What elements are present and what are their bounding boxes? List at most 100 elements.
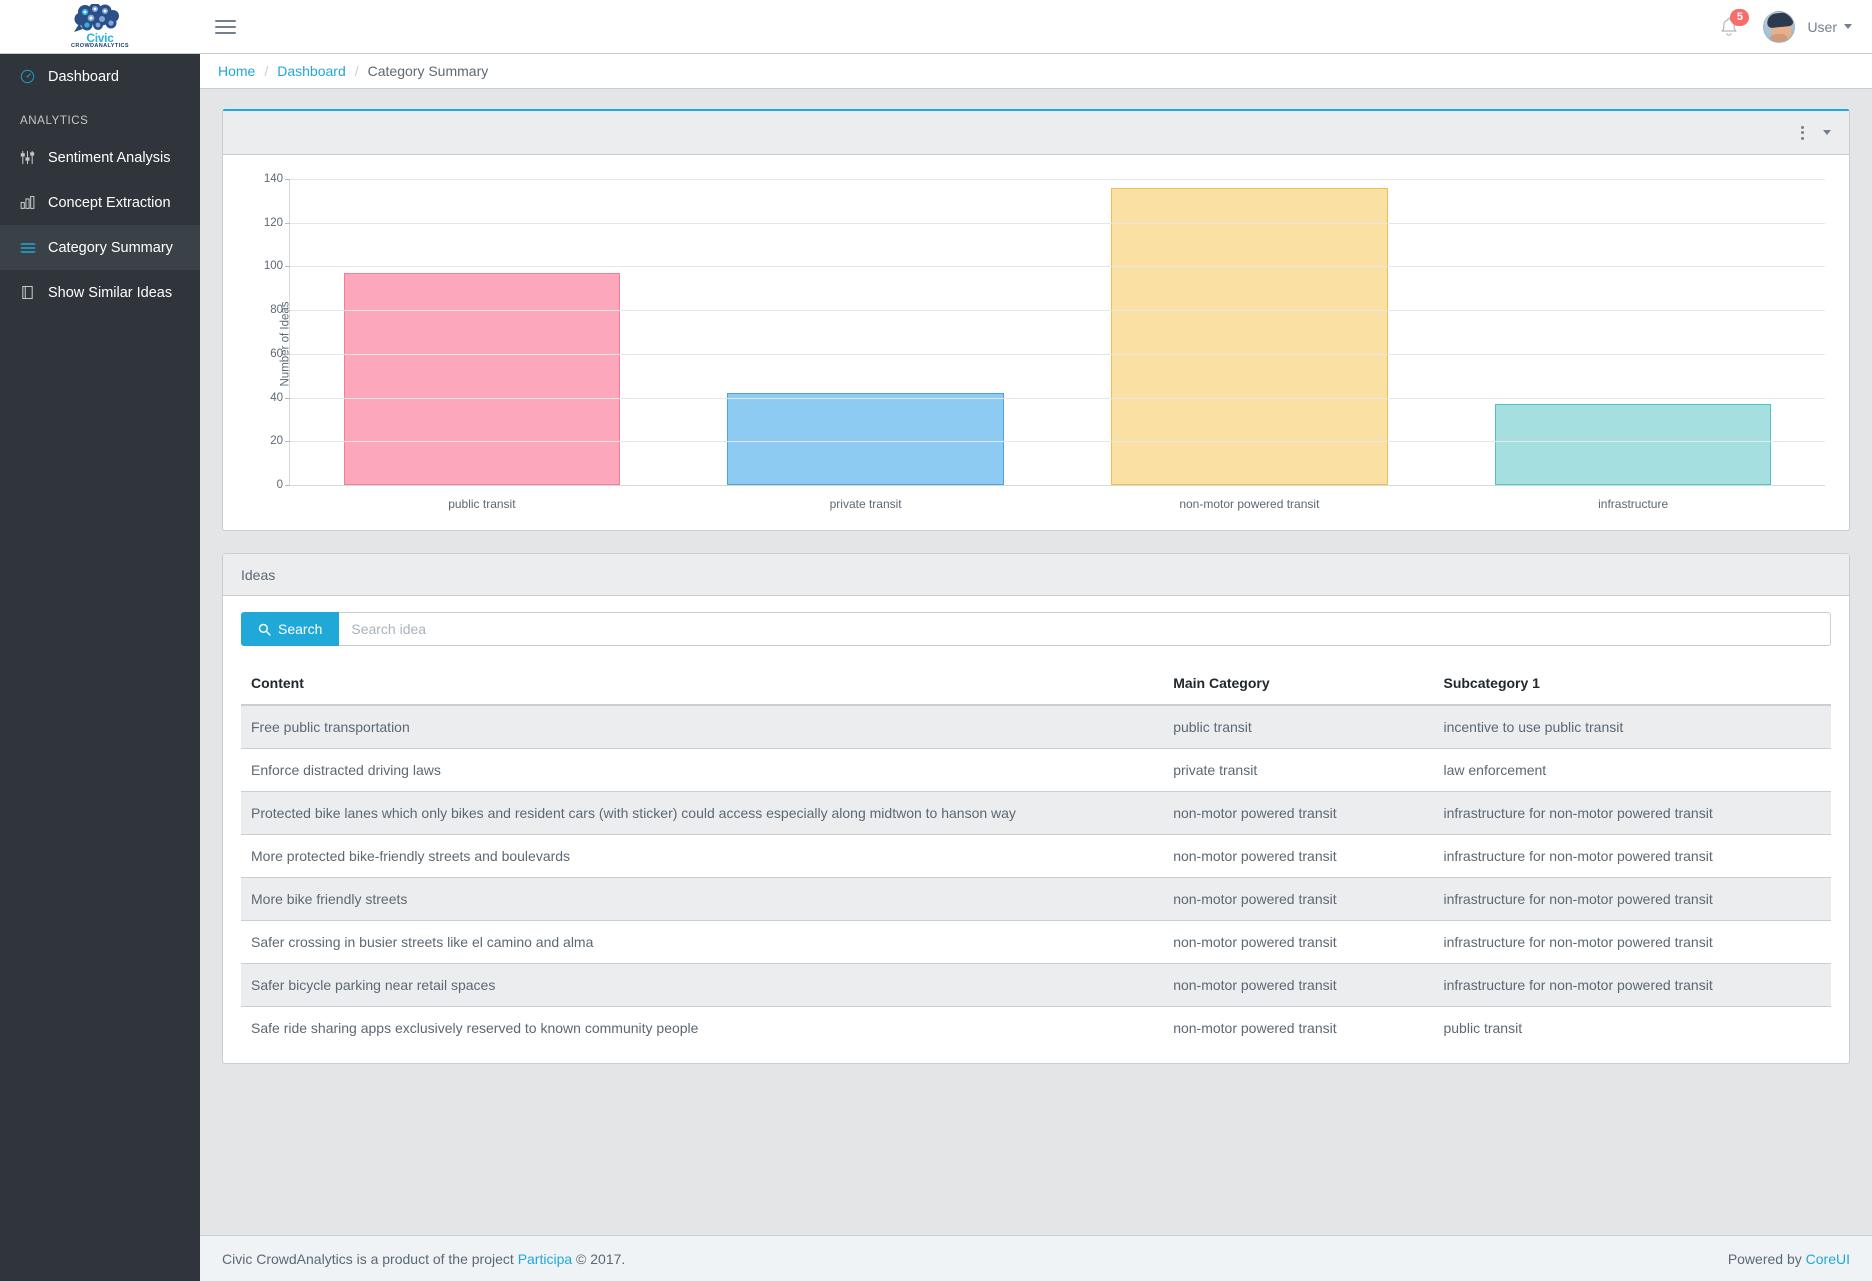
footer-project-link[interactable]: Participa: [518, 1251, 572, 1267]
ideas-card-header: Ideas: [223, 554, 1849, 596]
cell-subcategory: infrastructure for non-motor powered tra…: [1433, 963, 1831, 1007]
chart-gridline: [290, 266, 1825, 268]
user-menu-label[interactable]: User: [1807, 19, 1837, 35]
chart-y-tick: 40: [270, 391, 290, 404]
chart-plot-area: public transit private transit non-motor p…: [264, 173, 1825, 511]
search-icon: [258, 623, 271, 636]
search-row: Search: [241, 612, 1831, 646]
chart-gridline: [290, 397, 1825, 399]
app-footer: Civic CrowdAnalytics is a product of the…: [200, 1235, 1872, 1281]
app-root: Civic CROWDANALYTICS 5 User Dashboard AN…: [0, 0, 1872, 1281]
chart-card: Number of Ideas public transit private tr…: [222, 109, 1850, 531]
chart-x-tick: public transit: [448, 497, 516, 511]
chart-x-tick: non-motor powered transit: [1179, 497, 1320, 511]
cell-main-category: non-motor powered transit: [1163, 963, 1434, 1007]
cell-content: More protected bike-friendly streets and…: [241, 834, 1164, 878]
chart-bar[interactable]: [1494, 404, 1772, 485]
brand-logo[interactable]: Civic CROWDANALYTICS: [0, 0, 200, 54]
ideas-table: Content Main Category Subcategory 1 Free…: [241, 662, 1831, 1049]
cell-content: Safer bicycle parking near retail spaces: [241, 963, 1164, 1007]
sidebar-item-sentiment-analysis[interactable]: Sentiment Analysis: [0, 135, 200, 180]
cell-subcategory: infrastructure for non-motor powered tra…: [1433, 877, 1831, 921]
ideas-card: Ideas Search Search idea Content Main Ca…: [222, 553, 1850, 1064]
body-row: Dashboard ANALYTICS Sentiment Analysis C…: [0, 54, 1872, 1281]
cell-subcategory: incentive to use public transit: [1433, 704, 1831, 749]
cell-main-category: non-motor powered transit: [1163, 791, 1434, 835]
search-button-label: Search: [278, 621, 323, 637]
table-row[interactable]: Protected bike lanes which only bikes an…: [241, 791, 1831, 835]
cell-content: Safer crossing in busier streets like el…: [241, 920, 1164, 964]
chart-bar-slot: private transit: [674, 179, 1058, 511]
footer-powered-by: Powered by CoreUI: [1728, 1251, 1850, 1267]
cell-main-category: non-motor powered transit: [1163, 834, 1434, 878]
list-icon: [20, 240, 48, 256]
vertical-dots-icon[interactable]: [1801, 125, 1804, 140]
chart-x-tick: infrastructure: [1598, 497, 1669, 511]
chart-card-header: [223, 111, 1849, 155]
bar-chart-icon: [20, 195, 48, 210]
notifications-button[interactable]: 5: [1707, 5, 1751, 49]
sidebar: Dashboard ANALYTICS Sentiment Analysis C…: [0, 54, 200, 1281]
search-input[interactable]: [339, 612, 1831, 646]
chevron-down-icon[interactable]: [1844, 24, 1852, 29]
sidebar-item-label: Show Similar Ideas: [48, 284, 173, 301]
cell-content: More bike friendly streets: [241, 877, 1164, 921]
table-row[interactable]: Safer crossing in busier streets like el…: [241, 920, 1831, 964]
sliders-icon: [20, 150, 48, 165]
chart-bars: public transit private transit non-motor p…: [290, 179, 1825, 511]
column-header-main-category: Main Category: [1163, 662, 1434, 706]
brand-subtitle: CROWDANALYTICS: [71, 42, 129, 49]
chart-y-tick: 0: [276, 479, 291, 491]
sidebar-item-concept-extraction[interactable]: Concept Extraction: [0, 180, 200, 225]
breadcrumb-dashboard[interactable]: Dashboard: [277, 63, 346, 79]
sidebar-section-title: ANALYTICS: [20, 115, 89, 127]
chart-bar[interactable]: [343, 273, 621, 485]
column-header-content: Content: [241, 662, 1164, 706]
cell-main-category: non-motor powered transit: [1163, 877, 1434, 921]
ideas-table-body: Free public transportation public transit…: [241, 704, 1831, 1049]
hamburger-icon[interactable]: [208, 10, 242, 44]
breadcrumb-separator: /: [264, 63, 269, 79]
chart-bar[interactable]: [727, 393, 1004, 485]
chart-gridline: [290, 310, 1825, 312]
table-header-row: Content Main Category Subcategory 1: [241, 662, 1831, 706]
chart-gridline: [290, 222, 1825, 224]
breadcrumb-current: Category Summary: [367, 63, 489, 79]
chart-y-tick: 140: [263, 173, 291, 185]
breadcrumb-home[interactable]: Home: [218, 63, 255, 79]
chart-x-tick: private transit: [829, 497, 902, 511]
breadcrumb-separator: /: [354, 63, 359, 79]
chart-bar-slot: public transit: [290, 179, 674, 511]
table-row[interactable]: Free public transportation public transit…: [241, 704, 1831, 749]
table-row[interactable]: Enforce distracted driving laws private t…: [241, 748, 1831, 792]
table-row[interactable]: Safe ride sharing apps exclusively reser…: [241, 1006, 1831, 1049]
notification-badge: 5: [1730, 8, 1750, 26]
table-row[interactable]: Safer bicycle parking near retail spaces…: [241, 963, 1831, 1007]
cell-main-category: non-motor powered transit: [1163, 1006, 1434, 1049]
sidebar-item-dashboard[interactable]: Dashboard: [0, 54, 200, 99]
cell-subcategory: infrastructure for non-motor powered tra…: [1433, 920, 1831, 964]
cell-subcategory: infrastructure for non-motor powered tra…: [1433, 834, 1831, 878]
search-button[interactable]: Search: [241, 612, 340, 646]
cell-content: Safe ride sharing apps exclusively reser…: [241, 1006, 1164, 1049]
main-area: Home / Dashboard / Category Summary Numb…: [200, 54, 1872, 1281]
cell-main-category: public transit: [1163, 704, 1434, 749]
chevron-down-icon[interactable]: [1823, 130, 1831, 135]
chart-bar-slot: infrastructure: [1441, 179, 1825, 511]
chart-y-tick: 120: [263, 216, 291, 229]
table-row[interactable]: More protected bike-friendly streets and…: [241, 834, 1831, 878]
cell-content: Free public transportation: [241, 704, 1164, 749]
footer-text-before: Civic CrowdAnalytics is a product of the…: [222, 1250, 514, 1267]
table-row[interactable]: More bike friendly streets non-motor powe…: [241, 877, 1831, 921]
sidebar-item-category-summary[interactable]: Category Summary: [0, 225, 200, 270]
cell-main-category: private transit: [1163, 748, 1434, 792]
footer-text-after: © 2017.: [576, 1250, 626, 1267]
footer-coreui-link[interactable]: CoreUI: [1806, 1251, 1850, 1267]
sidebar-item-label: Sentiment Analysis: [48, 149, 171, 166]
sidebar-item-show-similar-ideas[interactable]: Show Similar Ideas: [0, 270, 200, 315]
column-header-subcategory: Subcategory 1: [1433, 662, 1831, 706]
avatar[interactable]: [1763, 10, 1796, 43]
header-actions: 5 User: [1707, 5, 1872, 49]
sidebar-item-label: Dashboard: [48, 68, 119, 85]
ideas-card-body: Search Content Main Category Subcategory…: [223, 596, 1849, 1063]
